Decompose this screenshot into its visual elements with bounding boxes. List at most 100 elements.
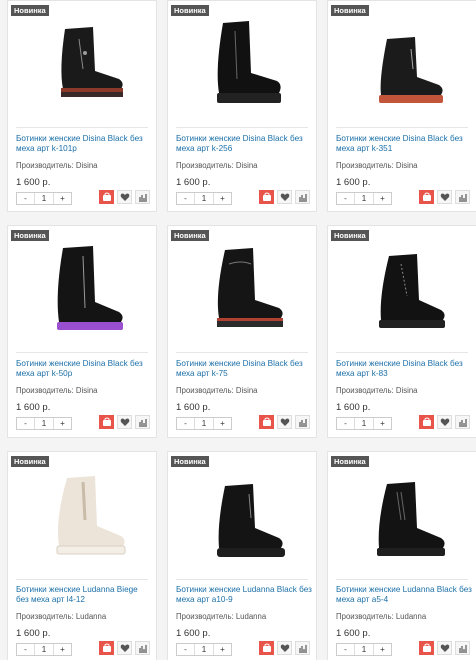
decrease-qty-button[interactable]: - [337, 644, 354, 655]
quantity-value[interactable]: 1 [354, 644, 374, 655]
card-actions [259, 190, 310, 204]
heart-icon [120, 644, 129, 652]
divider [336, 352, 468, 353]
product-image[interactable] [342, 234, 456, 346]
increase-qty-button[interactable]: + [374, 193, 391, 204]
product-image[interactable] [22, 460, 136, 572]
product-image[interactable] [22, 234, 136, 346]
divider [16, 352, 148, 353]
product-title-link[interactable]: Ботинки женские Disina Black без меха ар… [16, 134, 152, 154]
card-actions [99, 641, 150, 655]
product-brand: Производитель: Ludanna [16, 612, 107, 621]
product-card[interactable]: Новинка Ботинки женские Ludanna Black бе… [327, 451, 476, 660]
compare-button[interactable] [455, 415, 470, 429]
cart-icon [102, 192, 111, 201]
decrease-qty-button[interactable]: - [177, 418, 194, 429]
add-to-cart-button[interactable] [99, 190, 114, 204]
boot-image-icon [217, 484, 285, 557]
quantity-value[interactable]: 1 [34, 644, 54, 655]
compare-button[interactable] [135, 190, 150, 204]
card-actions [99, 415, 150, 429]
increase-qty-button[interactable]: + [214, 644, 231, 655]
product-card[interactable]: Новинка Ботинки женские Disina Black без… [327, 225, 476, 438]
product-card[interactable]: Новинка Ботинки женские Disina Black без… [167, 0, 317, 212]
product-card[interactable]: Новинка Ботинки женские Ludanna Biege бе… [7, 451, 157, 660]
quantity-value[interactable]: 1 [354, 193, 374, 204]
wishlist-button[interactable] [277, 190, 292, 204]
product-image[interactable] [342, 9, 456, 121]
product-image[interactable] [182, 460, 296, 572]
increase-qty-button[interactable]: + [54, 193, 71, 204]
wishlist-button[interactable] [117, 190, 132, 204]
quantity-stepper: - 1 + [336, 192, 392, 205]
add-to-cart-button[interactable] [259, 415, 274, 429]
decrease-qty-button[interactable]: - [177, 193, 194, 204]
compare-button[interactable] [295, 415, 310, 429]
increase-qty-button[interactable]: + [374, 418, 391, 429]
compare-button[interactable] [455, 190, 470, 204]
product-image[interactable] [342, 460, 456, 572]
compare-chart-icon [458, 194, 467, 202]
add-to-cart-button[interactable] [259, 190, 274, 204]
wishlist-button[interactable] [437, 415, 452, 429]
product-card[interactable]: Новинка Ботинки женские Ludanna Black бе… [167, 451, 317, 660]
product-image[interactable] [182, 234, 296, 346]
product-card[interactable]: Новинка Ботинки женские Disina Black без… [7, 225, 157, 438]
heart-icon [440, 193, 449, 201]
add-to-cart-button[interactable] [259, 641, 274, 655]
increase-qty-button[interactable]: + [214, 418, 231, 429]
product-title-link[interactable]: Ботинки женские Disina Black без меха ар… [176, 359, 312, 379]
product-price: 1 600 р. [16, 402, 51, 413]
decrease-qty-button[interactable]: - [337, 193, 354, 204]
product-price: 1 600 р. [176, 402, 211, 413]
compare-button[interactable] [135, 415, 150, 429]
quantity-value[interactable]: 1 [194, 418, 214, 429]
quantity-value[interactable]: 1 [34, 193, 54, 204]
product-title-link[interactable]: Ботинки женские Ludanna Biege без меха а… [16, 585, 152, 605]
product-card[interactable]: Новинка Ботинки женские Disina Black без… [327, 0, 476, 212]
compare-button[interactable] [135, 641, 150, 655]
increase-qty-button[interactable]: + [54, 644, 71, 655]
quantity-value[interactable]: 1 [354, 418, 374, 429]
add-to-cart-button[interactable] [99, 415, 114, 429]
product-title-link[interactable]: Ботинки женские Disina Black без меха ар… [336, 134, 472, 154]
product-title-link[interactable]: Ботинки женские Disina Black без меха ар… [336, 359, 472, 379]
boot-image-icon [379, 37, 443, 103]
new-badge: Новинка [171, 456, 209, 467]
product-price: 1 600 р. [336, 177, 371, 188]
wishlist-button[interactable] [117, 641, 132, 655]
cart-icon [422, 643, 431, 652]
increase-qty-button[interactable]: + [374, 644, 391, 655]
card-actions [259, 415, 310, 429]
increase-qty-button[interactable]: + [54, 418, 71, 429]
add-to-cart-button[interactable] [99, 641, 114, 655]
wishlist-button[interactable] [277, 641, 292, 655]
wishlist-button[interactable] [437, 641, 452, 655]
add-to-cart-button[interactable] [419, 641, 434, 655]
product-title-link[interactable]: Ботинки женские Ludanna Black без меха а… [176, 585, 312, 605]
compare-button[interactable] [295, 190, 310, 204]
compare-button[interactable] [295, 641, 310, 655]
quantity-value[interactable]: 1 [194, 644, 214, 655]
product-image[interactable] [22, 9, 136, 121]
wishlist-button[interactable] [117, 415, 132, 429]
quantity-value[interactable]: 1 [34, 418, 54, 429]
product-title-link[interactable]: Ботинки женские Disina Black без меха ар… [176, 134, 312, 154]
decrease-qty-button[interactable]: - [177, 644, 194, 655]
add-to-cart-button[interactable] [419, 415, 434, 429]
wishlist-button[interactable] [277, 415, 292, 429]
increase-qty-button[interactable]: + [214, 193, 231, 204]
decrease-qty-button[interactable]: - [17, 644, 34, 655]
add-to-cart-button[interactable] [419, 190, 434, 204]
product-title-link[interactable]: Ботинки женские Disina Black без меха ар… [16, 359, 152, 379]
product-image[interactable] [182, 9, 296, 121]
decrease-qty-button[interactable]: - [17, 418, 34, 429]
product-card[interactable]: Новинка Ботинки женские Disina Black без… [167, 225, 317, 438]
compare-button[interactable] [455, 641, 470, 655]
product-card[interactable]: Новинка Ботинки женские Disina Black без… [7, 0, 157, 212]
quantity-value[interactable]: 1 [194, 193, 214, 204]
wishlist-button[interactable] [437, 190, 452, 204]
product-title-link[interactable]: Ботинки женские Ludanna Black без меха а… [336, 585, 472, 605]
decrease-qty-button[interactable]: - [17, 193, 34, 204]
decrease-qty-button[interactable]: - [337, 418, 354, 429]
